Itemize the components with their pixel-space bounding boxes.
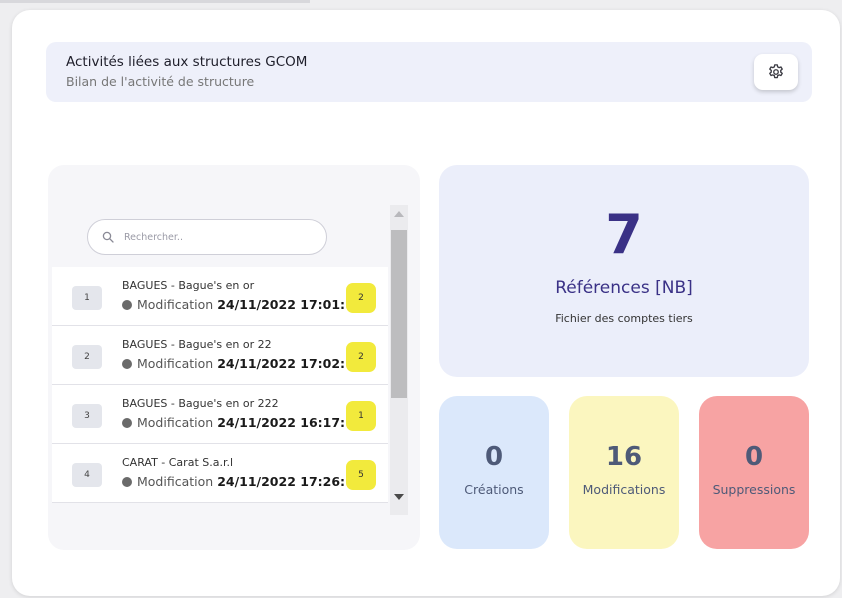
list-item[interactable]: 1 BAGUES - Bague's en or Modification 24… bbox=[52, 267, 388, 326]
suppressions-count: 0 bbox=[744, 442, 764, 472]
list-item[interactable]: 2 BAGUES - Bague's en or 22 Modification… bbox=[52, 326, 388, 385]
modifications-count: 16 bbox=[605, 442, 643, 472]
item-title: BAGUES - Bague's en or 22 bbox=[122, 338, 272, 351]
list-item[interactable]: 4 CARAT - Carat S.a.r.l Modification 24/… bbox=[52, 444, 388, 503]
search-box bbox=[87, 219, 327, 255]
page-subtitle: Bilan de l'activité de structure bbox=[66, 74, 255, 89]
suppressions-stat-card: 0 Suppressions bbox=[699, 396, 809, 549]
activity-card: Activités liées aux structures GCOM Bila… bbox=[12, 10, 840, 596]
item-date: 24/11/2022 17:01: bbox=[217, 297, 346, 312]
modifications-stat-card: 16 Modifications bbox=[569, 396, 679, 549]
suppressions-label: Suppressions bbox=[712, 482, 796, 497]
modifications-label: Modifications bbox=[582, 482, 666, 497]
scroll-down-arrow-icon[interactable] bbox=[394, 494, 404, 500]
creations-label: Créations bbox=[464, 482, 524, 497]
gear-icon bbox=[769, 64, 783, 79]
item-title: BAGUES - Bague's en or 222 bbox=[122, 397, 279, 410]
creations-count: 0 bbox=[484, 442, 504, 472]
item-action: Modification bbox=[137, 415, 214, 430]
item-date: 24/11/2022 17:26: bbox=[217, 474, 346, 489]
item-index: 1 bbox=[72, 286, 102, 310]
item-date: 24/11/2022 16:17: bbox=[217, 415, 346, 430]
item-title: CARAT - Carat S.a.r.l bbox=[122, 456, 234, 469]
item-index: 4 bbox=[72, 463, 102, 487]
references-kpi-card: 7 Références [NB] Fichier des comptes ti… bbox=[439, 165, 809, 377]
scroll-up-arrow-icon[interactable] bbox=[394, 211, 404, 217]
references-label: Références [NB] bbox=[555, 278, 693, 298]
count-badge: 2 bbox=[346, 342, 376, 372]
item-action: Modification bbox=[137, 474, 214, 489]
status-dot-icon bbox=[122, 300, 132, 310]
page-title: Activités liées aux structures GCOM bbox=[66, 54, 308, 70]
search-input[interactable] bbox=[122, 230, 306, 244]
creations-stat-card: 0 Créations bbox=[439, 396, 549, 549]
activity-list-panel: 1 BAGUES - Bague's en or Modification 24… bbox=[48, 165, 420, 550]
search-icon bbox=[102, 231, 114, 243]
list-scrollbar[interactable] bbox=[390, 205, 408, 515]
status-dot-icon bbox=[122, 418, 132, 428]
item-title: BAGUES - Bague's en or bbox=[122, 279, 255, 292]
item-action: Modification bbox=[137, 297, 214, 312]
settings-button[interactable] bbox=[754, 54, 798, 90]
references-sublabel: Fichier des comptes tiers bbox=[555, 312, 693, 325]
item-index: 2 bbox=[72, 345, 102, 369]
item-action: Modification bbox=[137, 356, 214, 371]
top-divider bbox=[0, 0, 310, 3]
status-dot-icon bbox=[122, 359, 132, 369]
activity-list: 1 BAGUES - Bague's en or Modification 24… bbox=[52, 267, 388, 503]
count-badge: 1 bbox=[346, 401, 376, 431]
status-dot-icon bbox=[122, 477, 132, 487]
count-badge: 2 bbox=[346, 283, 376, 313]
card-header: Activités liées aux structures GCOM Bila… bbox=[46, 42, 812, 102]
item-date: 24/11/2022 17:02: bbox=[217, 356, 346, 371]
scroll-thumb[interactable] bbox=[391, 230, 407, 398]
list-item[interactable]: 3 BAGUES - Bague's en or 222 Modificatio… bbox=[52, 385, 388, 444]
count-badge: 5 bbox=[346, 460, 376, 490]
item-index: 3 bbox=[72, 404, 102, 428]
references-count: 7 bbox=[605, 203, 643, 266]
